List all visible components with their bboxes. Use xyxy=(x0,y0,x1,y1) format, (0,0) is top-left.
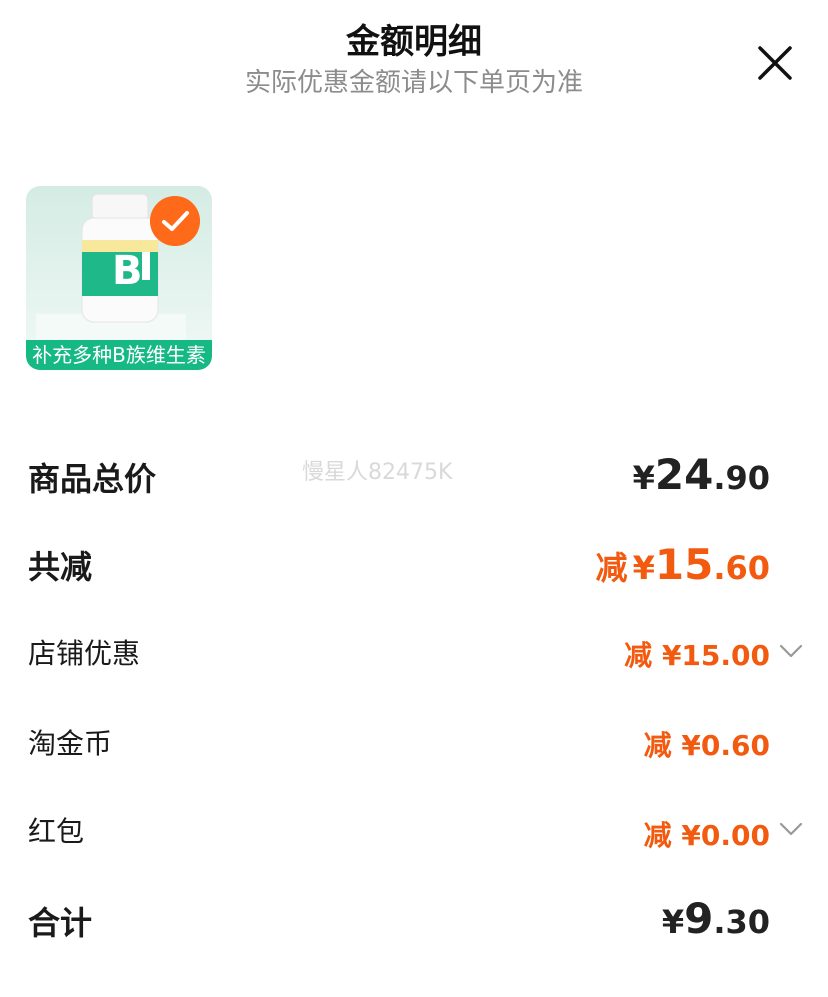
total-price-label: 商品总价 xyxy=(28,460,157,498)
redpacket-discount-value: 减 ¥0.00 xyxy=(643,819,770,852)
row-coins-discount: 淘金币 减 ¥0.60 xyxy=(0,720,828,768)
row-redpacket-discount[interactable]: 红包 减 ¥0.00 xyxy=(0,808,828,856)
grand-total-label: 合计 xyxy=(28,904,93,942)
row-total-discount: 共减 减 ¥15.60 xyxy=(0,540,828,596)
coins-discount-value: 减 ¥0.60 xyxy=(643,729,770,762)
svg-text:B: B xyxy=(112,248,143,294)
shop-discount-label: 店铺优惠 xyxy=(28,637,141,670)
total-discount-label: 共减 xyxy=(28,548,93,586)
total-discount-value: 减 ¥15.60 xyxy=(595,540,770,589)
row-shop-discount[interactable]: 店铺优惠 减 ¥15.00 xyxy=(0,630,828,678)
redpacket-discount-label: 红包 xyxy=(28,815,85,848)
row-total-price: 商品总价 ¥24.90 xyxy=(0,450,828,506)
header: 金额明细 实际优惠金额请以下单页为准 xyxy=(0,0,828,110)
page-title: 金额明细 xyxy=(346,22,482,62)
chevron-down-icon[interactable] xyxy=(778,642,804,660)
coins-discount-label: 淘金币 xyxy=(28,727,113,760)
close-icon[interactable] xyxy=(752,40,798,86)
product-banner: 补充多种B族维生素 xyxy=(26,340,212,370)
page-subtitle: 实际优惠金额请以下单页为准 xyxy=(244,68,583,98)
checkmark-icon[interactable] xyxy=(150,196,200,246)
chevron-down-icon[interactable] xyxy=(778,820,804,838)
grand-total-value: ¥9.30 xyxy=(661,894,770,943)
shop-discount-value: 减 ¥15.00 xyxy=(624,639,770,672)
row-grand-total: 合计 ¥9.30 xyxy=(0,894,828,954)
total-price-value: ¥24.90 xyxy=(632,450,770,499)
